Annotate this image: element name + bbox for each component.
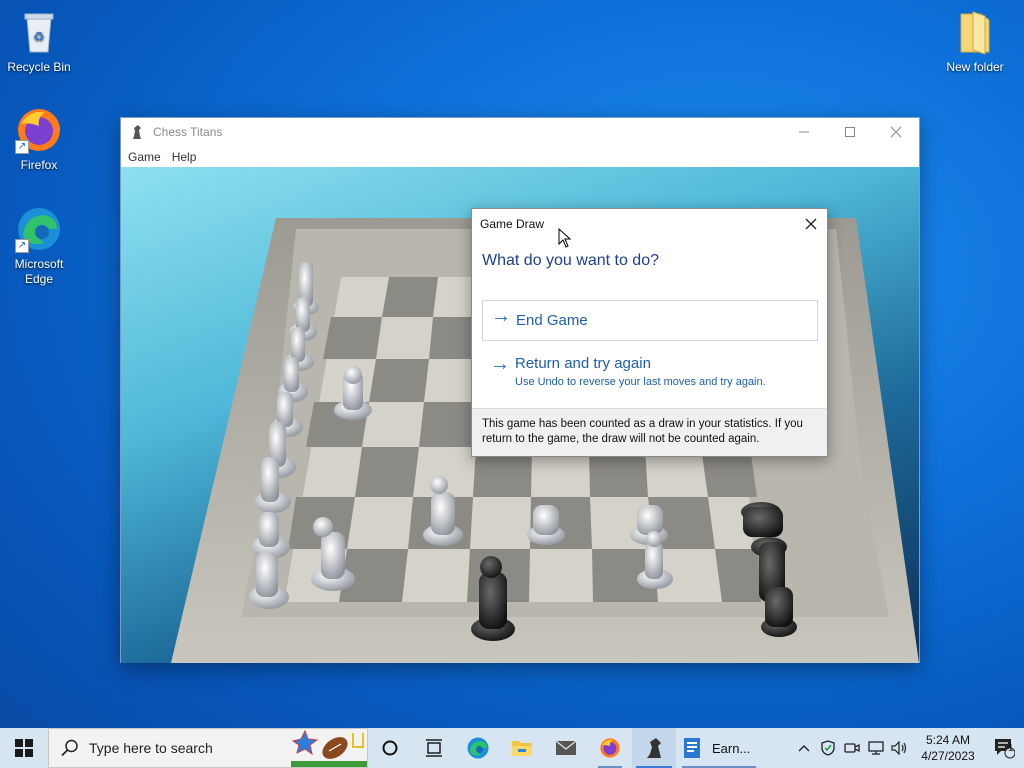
shortcut-arrow-icon: ↗ — [15, 239, 29, 253]
firefox-icon: ↗ — [15, 106, 63, 154]
menu-bar: Game Help — [121, 146, 919, 167]
taskbar-search-box[interactable]: Type here to search — [48, 728, 368, 768]
edge-icon: ↗ — [15, 205, 63, 253]
meet-now-tray-button[interactable] — [840, 728, 864, 768]
end-game-label: End Game — [516, 312, 588, 329]
close-icon — [805, 218, 817, 230]
volume-tray-button[interactable] — [888, 728, 912, 768]
edge-icon — [467, 737, 489, 759]
dialog-close-button[interactable] — [795, 209, 827, 239]
return-try-again-description: Use Undo to reverse your last moves and … — [515, 376, 766, 388]
taskbar-firefox[interactable] — [588, 728, 632, 768]
window-title: Chess Titans — [153, 125, 223, 139]
arrow-right-icon: → — [490, 353, 510, 375]
notification-count: 1 — [1008, 743, 1014, 754]
task-view-icon — [426, 739, 442, 757]
clock-date: 4/27/2023 — [921, 749, 975, 763]
folder-icon — [951, 8, 999, 56]
clock-time: 5:24 AM — [925, 733, 971, 747]
network-tray-button[interactable] — [864, 728, 888, 768]
maximize-button[interactable] — [827, 118, 873, 146]
desktop-icon-label: New folder — [946, 60, 1004, 74]
end-game-option[interactable]: → End Game — [482, 300, 818, 341]
window-titlebar[interactable]: Chess Titans — [121, 118, 919, 146]
shield-icon — [821, 740, 835, 756]
desktop-icon-label: Firefox — [20, 158, 58, 172]
action-center-button[interactable]: 1 — [984, 728, 1024, 768]
desktop-icon-recycle-bin[interactable]: ♻ Recycle Bin — [1, 8, 77, 75]
earn-app-label: Earn... — [712, 740, 751, 756]
taskbar-earn-app[interactable]: Earn... — [676, 728, 762, 768]
svg-text:♻: ♻ — [33, 30, 45, 45]
return-try-again-label: Return and try again — [515, 355, 651, 372]
mail-icon — [555, 740, 577, 755]
dialog-title: Game Draw — [480, 217, 545, 231]
desktop-icon-edge[interactable]: ↗ Microsoft Edge — [1, 205, 77, 287]
task-view-button[interactable] — [412, 728, 456, 768]
shortcut-arrow-icon: ↗ — [15, 140, 29, 154]
file-explorer-icon — [512, 741, 532, 756]
start-button[interactable] — [0, 728, 48, 768]
search-highlight-football-icon — [291, 729, 367, 767]
windows-logo-icon — [15, 739, 33, 757]
menu-help[interactable]: Help — [168, 150, 201, 164]
system-tray: 5:24 AM 4/27/2023 1 — [792, 728, 1024, 768]
recycle-bin-icon: ♻ — [15, 8, 63, 56]
game-draw-dialog: Game Draw What do you want to do? → End … — [471, 208, 828, 457]
taskbar-clock[interactable]: 5:24 AM 4/27/2023 — [912, 732, 984, 764]
desktop-icon-label: Recycle Bin — [7, 60, 71, 74]
chess-knight-icon — [647, 738, 661, 758]
taskbar-file-explorer[interactable] — [500, 728, 544, 768]
return-try-again-option[interactable]: → Return and try again Use Undo to rever… — [482, 349, 818, 393]
taskbar-edge[interactable] — [456, 728, 500, 768]
camera-icon — [844, 743, 860, 753]
speaker-icon — [891, 741, 907, 755]
search-placeholder: Type here to search — [89, 740, 213, 756]
cortana-circle-icon — [382, 740, 398, 756]
desktop-icon-new-folder[interactable]: New folder — [937, 8, 1013, 75]
document-icon — [684, 738, 700, 758]
desktop-icon-firefox[interactable]: ↗ Firefox — [1, 106, 77, 173]
close-button[interactable] — [873, 118, 919, 146]
menu-game[interactable]: Game — [124, 150, 165, 164]
mouse-cursor-icon — [558, 228, 572, 248]
desktop-icon-label: Microsoft Edge — [14, 257, 64, 286]
dialog-question: What do you want to do? — [482, 252, 659, 269]
firefox-icon — [600, 738, 620, 758]
chess-knight-icon — [133, 125, 141, 139]
taskbar: Type here to search Earn... 5:24 AM 4/27… — [0, 728, 1024, 768]
show-hidden-icons-button[interactable] — [792, 728, 816, 768]
taskbar-chess-titans[interactable] — [632, 728, 676, 768]
minimize-button[interactable] — [781, 118, 827, 146]
cortana-button[interactable] — [368, 728, 412, 768]
security-tray-button[interactable] — [816, 728, 840, 768]
search-icon — [61, 739, 78, 757]
network-icon — [868, 741, 884, 755]
taskbar-mail[interactable] — [544, 728, 588, 768]
dialog-footer-note: This game has been counted as a draw in … — [472, 408, 827, 456]
chevron-up-icon — [798, 745, 810, 752]
arrow-right-icon: → — [491, 305, 511, 327]
